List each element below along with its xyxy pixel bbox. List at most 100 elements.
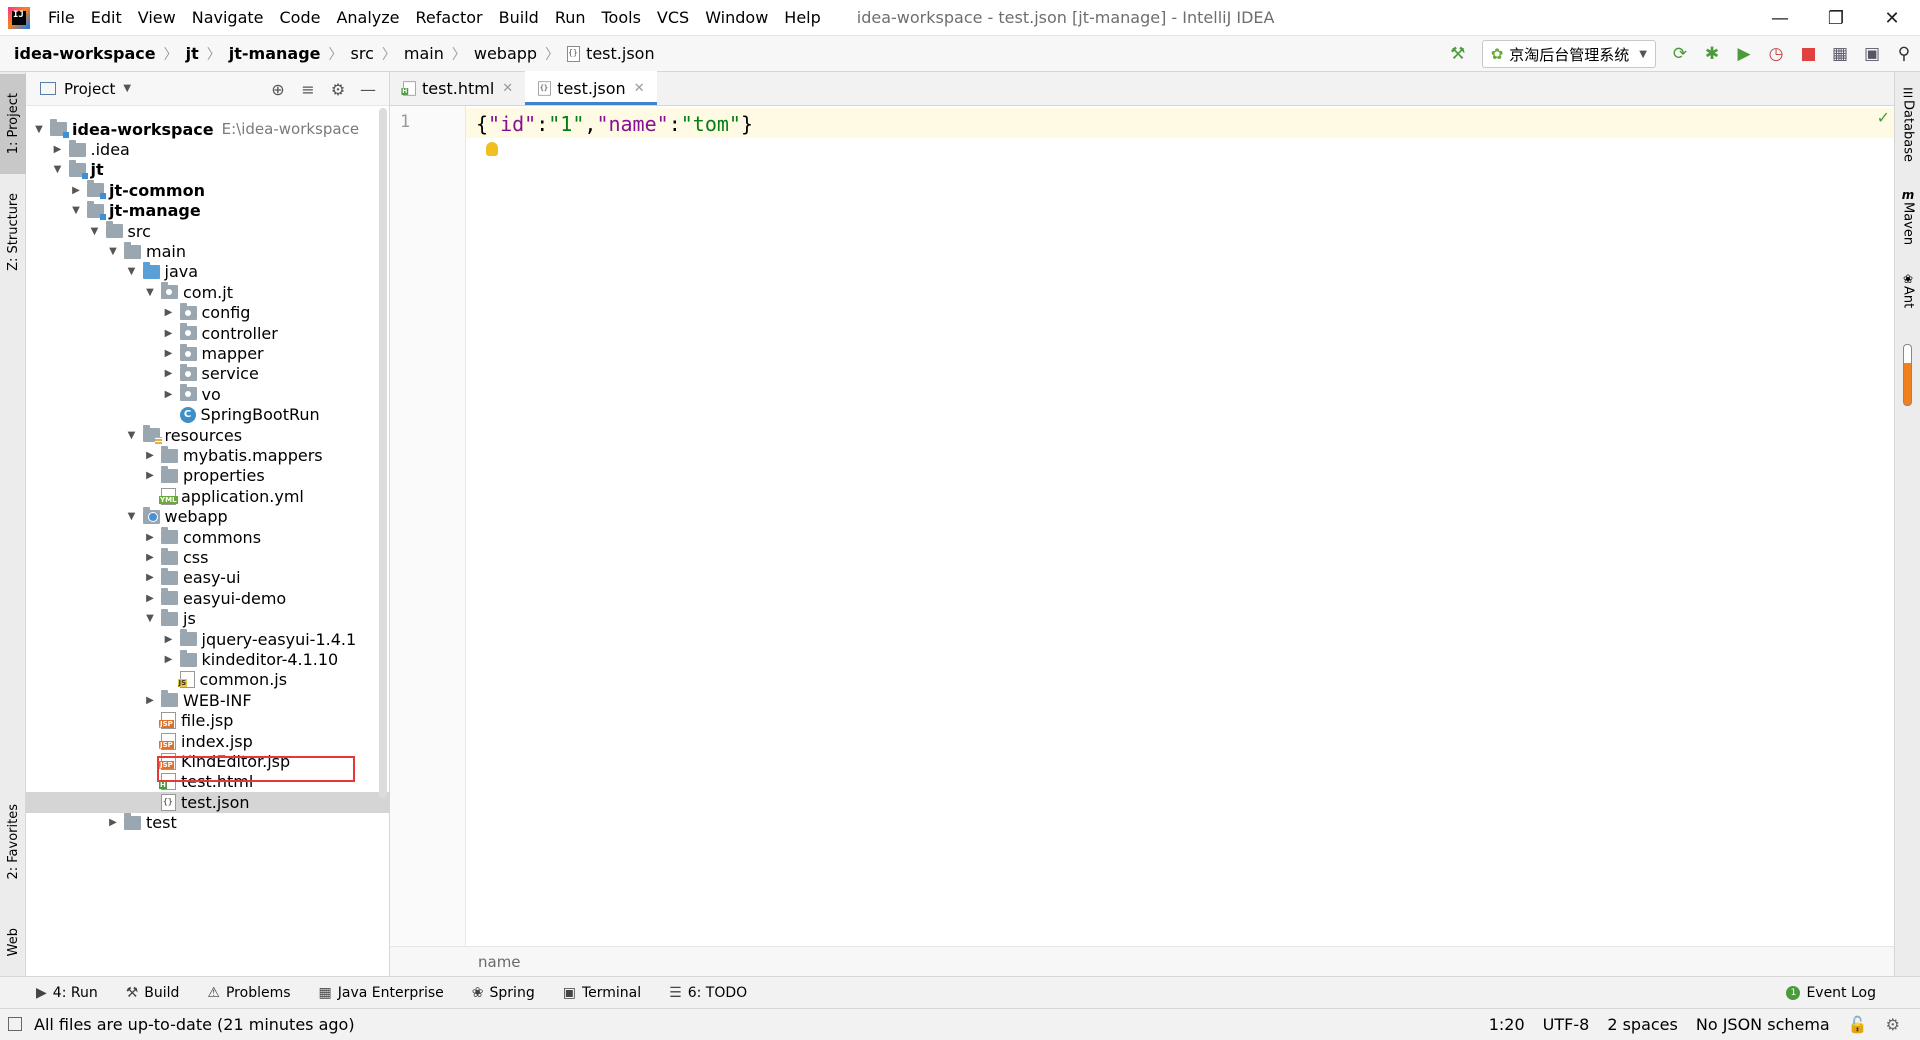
tool-tab-java-enterprise[interactable]: ▦ Java Enterprise — [319, 985, 444, 1001]
tree-item[interactable]: ▼ main — [26, 241, 390, 261]
lock-icon[interactable]: 🔓 — [1848, 1015, 1868, 1034]
breadcrumb-item[interactable]: webapp — [474, 44, 537, 63]
menu-help[interactable]: Help — [776, 0, 828, 36]
tree-item[interactable]: ▶ WEB-INF — [26, 690, 390, 710]
tree-item[interactable]: YML application.yml — [26, 486, 390, 506]
json-schema-selector[interactable]: No JSON schema — [1696, 1015, 1830, 1034]
close-button[interactable]: ✕ — [1864, 0, 1920, 36]
close-tab-icon[interactable]: ✕ — [502, 81, 513, 96]
tree-item[interactable]: ▼ jt-manage — [26, 200, 390, 221]
breadcrumb-item[interactable]: src — [351, 44, 374, 63]
file-encoding[interactable]: UTF-8 — [1543, 1015, 1590, 1034]
menu-analyze[interactable]: Analyze — [328, 0, 407, 36]
tree-scrollbar[interactable] — [379, 108, 387, 798]
expanded-arrow-icon[interactable]: ▼ — [143, 287, 157, 298]
chevron-down-icon[interactable]: ▼ — [123, 83, 131, 94]
tool-tab-4-run[interactable]: ▶ 4: Run — [36, 985, 98, 1001]
expanded-arrow-icon[interactable]: ▼ — [125, 430, 139, 441]
indent-setting[interactable]: 2 spaces — [1607, 1015, 1678, 1034]
tool-windows-toggle-icon[interactable] — [8, 1017, 22, 1031]
tree-item[interactable]: JS common.js — [26, 670, 390, 690]
tree-item[interactable]: JSP file.jsp — [26, 711, 390, 731]
profile-icon[interactable]: ◷ — [1760, 38, 1792, 70]
tree-item[interactable]: ▶ easy-ui — [26, 567, 390, 588]
editor-breadcrumb-item[interactable]: name — [478, 953, 521, 971]
breadcrumb-item[interactable]: test.json — [567, 44, 655, 63]
editor-tab[interactable]: test.json ✕ — [525, 71, 658, 105]
collapsed-arrow-icon[interactable]: ▶ — [143, 695, 157, 706]
collapsed-arrow-icon[interactable]: ▶ — [143, 552, 157, 563]
tree-item[interactable]: ▼ webapp — [26, 506, 390, 527]
collapsed-arrow-icon[interactable]: ▶ — [143, 532, 157, 543]
tab-structure[interactable]: Z: Structure — [0, 182, 26, 282]
event-log-tab[interactable]: 1 Event Log — [1786, 977, 1876, 1009]
tree-item[interactable]: ▶ css — [26, 547, 390, 567]
tree-item[interactable]: ▶ jquery-easyui-1.4.1 — [26, 629, 390, 649]
tree-item[interactable]: ▼ resources — [26, 425, 390, 445]
tree-item[interactable]: ▶ .idea — [26, 139, 390, 159]
tree-item[interactable]: ▶ test — [26, 812, 390, 833]
collapsed-arrow-icon[interactable]: ▶ — [143, 572, 157, 583]
tree-item[interactable]: ▶ jt-common — [26, 180, 390, 200]
breadcrumb-item[interactable]: idea-workspace — [14, 44, 156, 63]
code-line[interactable]: {"id":"1","name":"tom"} — [476, 112, 753, 136]
collapsed-arrow-icon[interactable]: ▶ — [162, 368, 176, 379]
collapsed-arrow-icon[interactable]: ▶ — [143, 593, 157, 604]
tree-item[interactable]: ▶ service — [26, 363, 390, 384]
tab-favorites[interactable]: 2: Favorites — [0, 792, 26, 892]
tool-tab-problems[interactable]: ⚠ Problems — [207, 985, 290, 1001]
breadcrumb-item[interactable]: main — [404, 44, 444, 63]
tab-database[interactable]: ☰ Database — [1895, 86, 1920, 162]
rerun-icon[interactable]: ⟳ — [1664, 38, 1696, 70]
notifications-icon[interactable]: ⚙ — [1886, 1015, 1900, 1034]
tool-tab-spring[interactable]: ❀ Spring — [472, 985, 535, 1001]
stop-icon[interactable] — [1792, 38, 1824, 70]
menu-run[interactable]: Run — [547, 0, 594, 36]
caret-position[interactable]: 1:20 — [1489, 1015, 1525, 1034]
menu-window[interactable]: Window — [697, 0, 776, 36]
menu-tools[interactable]: Tools — [594, 0, 649, 36]
collapsed-arrow-icon[interactable]: ▶ — [162, 654, 176, 665]
memory-indicator[interactable] — [1903, 344, 1912, 406]
menu-code[interactable]: Code — [272, 0, 329, 36]
menu-file[interactable]: File — [40, 0, 83, 36]
tree-item[interactable]: ▶ kindeditor-4.1.10 — [26, 649, 390, 669]
collapsed-arrow-icon[interactable]: ▶ — [162, 389, 176, 400]
tab-project[interactable]: 1: Project — [0, 74, 26, 174]
expanded-arrow-icon[interactable]: ▼ — [143, 613, 157, 624]
collapsed-arrow-icon[interactable]: ▶ — [162, 328, 176, 339]
menu-view[interactable]: View — [130, 0, 184, 36]
tree-item[interactable]: ▼ com.jt — [26, 282, 390, 302]
build-hammer-icon[interactable]: ⚒ — [1442, 38, 1474, 70]
tree-item[interactable]: C SpringBootRun — [26, 405, 390, 425]
tree-item[interactable]: JSP index.jsp — [26, 731, 390, 751]
collapsed-arrow-icon[interactable]: ▶ — [106, 817, 120, 828]
project-structure-icon[interactable]: ▦ — [1824, 38, 1856, 70]
lightbulb-icon[interactable] — [486, 142, 498, 156]
locate-file-icon[interactable]: ⊕ — [263, 80, 293, 99]
menu-build[interactable]: Build — [491, 0, 547, 36]
tree-item[interactable]: ▶ config — [26, 302, 390, 323]
menu-edit[interactable]: Edit — [83, 0, 130, 36]
tree-item[interactable]: ▶ controller — [26, 323, 390, 343]
breadcrumb-item[interactable]: jt-manage — [229, 44, 321, 63]
collapsed-arrow-icon[interactable]: ▶ — [162, 348, 176, 359]
tool-tab-terminal[interactable]: ▣ Terminal — [563, 985, 641, 1001]
tab-ant[interactable]: ❀ Ant — [1895, 272, 1920, 308]
collapsed-arrow-icon[interactable]: ▶ — [51, 144, 65, 155]
code-editor[interactable]: 1 {"id":"1","name":"tom"} ✓ — [390, 106, 1894, 946]
search-icon[interactable]: ⚲ — [1888, 38, 1920, 70]
run-configuration-select[interactable]: ✿ 京淘后台管理系统 ▼ — [1481, 40, 1656, 68]
tree-item[interactable]: ▼ java — [26, 261, 390, 282]
tool-tab-6-todo[interactable]: ☰ 6: TODO — [669, 985, 747, 1001]
tab-maven[interactable]: m Maven — [1895, 188, 1920, 245]
menu-vcs[interactable]: VCS — [649, 0, 697, 36]
editor-tab[interactable]: Htest.html ✕ — [390, 71, 525, 105]
collapsed-arrow-icon[interactable]: ▶ — [143, 450, 157, 461]
expanded-arrow-icon[interactable]: ▼ — [69, 205, 83, 216]
tool-tab-build[interactable]: ⚒ Build — [126, 985, 180, 1001]
breadcrumb-item[interactable]: jt — [186, 44, 199, 63]
hide-panel-icon[interactable]: — — [353, 80, 383, 99]
collapsed-arrow-icon[interactable]: ▶ — [69, 185, 83, 196]
expanded-arrow-icon[interactable]: ▼ — [88, 226, 102, 237]
